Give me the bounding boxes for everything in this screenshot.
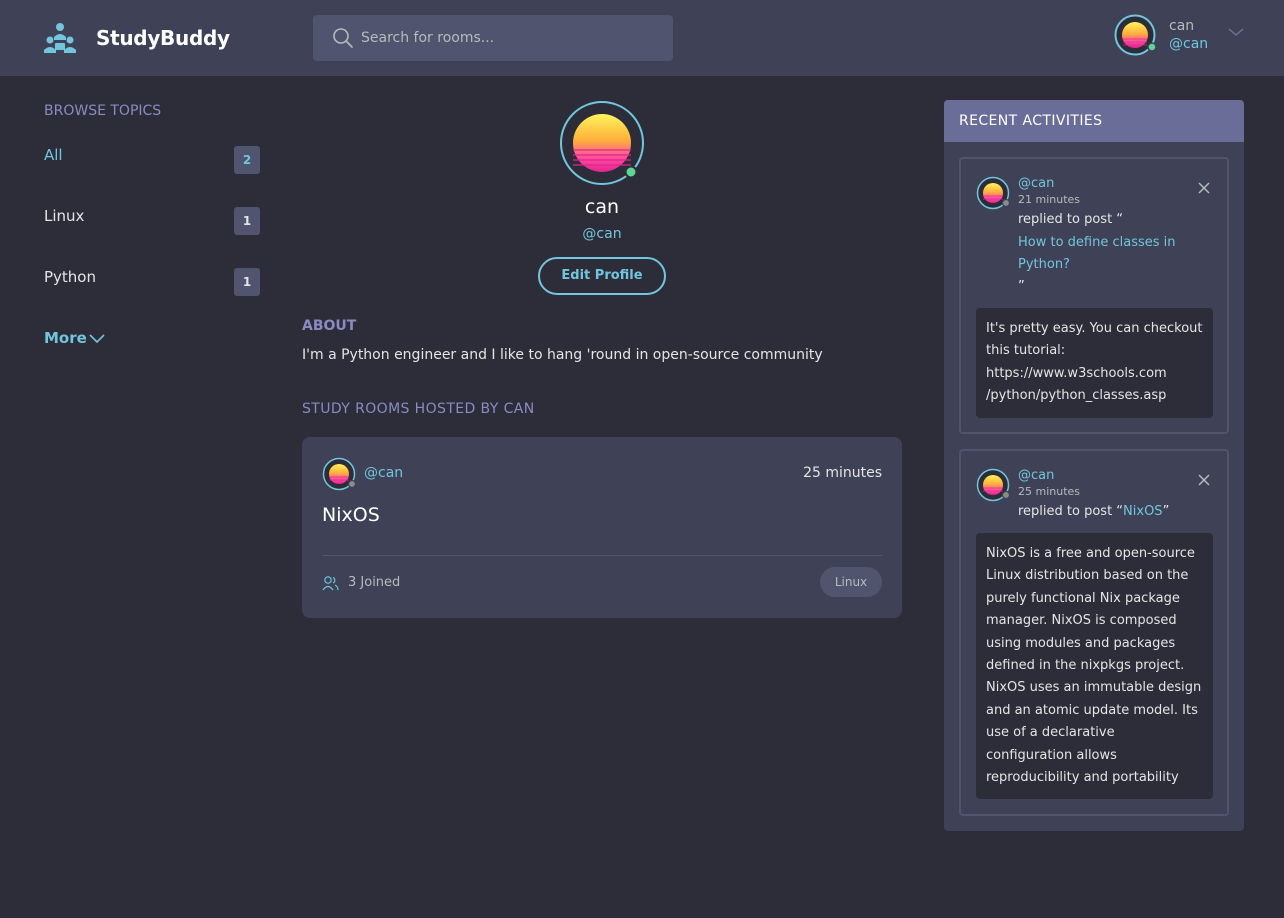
activities-title: Recent Activities <box>959 113 1103 129</box>
topic-count: 2 <box>234 146 260 174</box>
topic-label: Python <box>44 268 96 286</box>
room-name[interactable]: NixOS <box>322 504 380 526</box>
activity-close-quote: ” <box>1018 279 1025 294</box>
activity-close-quote: ” <box>1162 504 1170 519</box>
recent-activities-panel: Recent Activities @can 21 minutes replie… <box>944 100 1244 831</box>
profile-handle: @can <box>582 226 622 242</box>
message-line: It's pretty easy. You can checkout <box>986 321 1203 336</box>
message-line: NixOS uses an immutable design <box>986 680 1202 696</box>
message-line: defined in the nixpkgs project. <box>986 658 1185 674</box>
message-line: Linux distribution based on the <box>986 568 1189 584</box>
message-line: https://www.w3schools.com <box>986 365 1167 381</box>
activity-user-handle[interactable]: @can <box>1018 176 1054 191</box>
activity-time: 21 minutes <box>1018 193 1081 206</box>
activity-post-link[interactable]: NixOS <box>1123 504 1163 519</box>
activity-post-link[interactable]: How to define classes in <box>1018 235 1176 250</box>
room-card: @can 25 minutes NixOS 3 Joined Linux <box>302 437 902 618</box>
message-line: this tutorial: <box>986 343 1066 359</box>
edit-profile-button[interactable]: Edit Profile <box>538 257 666 295</box>
activity-message: NixOS is a free and open-source Linux di… <box>976 533 1213 800</box>
message-line: purely functional Nix package <box>986 590 1180 606</box>
topic-item-linux[interactable]: Linux 1 <box>44 207 260 237</box>
about-title: About <box>302 318 357 334</box>
joined-count: 3 Joined <box>348 575 401 590</box>
browse-topics-title: Browse Topics <box>44 103 162 119</box>
activity-message: It's pretty easy. You can checkout this … <box>976 308 1213 418</box>
profile-avatar <box>560 101 644 185</box>
activity-post-link[interactable]: Python? <box>1018 257 1070 272</box>
chevron-down-icon[interactable] <box>1227 25 1245 39</box>
hosted-rooms-title: Study Rooms Hosted by can <box>302 401 535 417</box>
message-line: manager. NixOS is composed <box>986 613 1177 629</box>
user-menu[interactable]: can @can <box>1114 14 1254 58</box>
topic-label: Linux <box>44 207 85 225</box>
header-user-handle: @can <box>1169 36 1209 52</box>
close-icon[interactable] <box>1197 473 1211 487</box>
search-input[interactable] <box>361 15 661 61</box>
message-line: NixOS is a free and open-source <box>986 546 1195 561</box>
profile-name: can <box>584 196 620 218</box>
room-topic-tag[interactable]: Linux <box>820 567 882 597</box>
top-header: StudyBuddy can @can <box>0 0 1284 76</box>
avatar[interactable] <box>322 457 356 491</box>
app-name[interactable]: StudyBuddy <box>96 26 230 50</box>
about-text: I'm a Python engineer and I like to hang… <box>302 347 823 363</box>
topic-count: 1 <box>234 207 260 235</box>
message-line: use of a declarative <box>986 725 1115 741</box>
message-line: using modules and packages <box>986 635 1176 651</box>
message-line: reproducibility and portability <box>986 770 1179 786</box>
search-icon <box>333 28 353 48</box>
close-icon[interactable] <box>1197 181 1211 195</box>
topic-item-all[interactable]: All 2 <box>44 146 260 176</box>
users-icon <box>322 576 339 591</box>
room-host[interactable]: @can <box>364 465 403 481</box>
activity-action-line: replied to post “NixOS” <box>1018 504 1169 519</box>
more-topics-button[interactable]: More <box>44 328 105 350</box>
divider <box>322 555 882 556</box>
activity-item: @can 21 minutes replied to post “ How to… <box>959 157 1229 434</box>
chevron-down-icon <box>89 334 105 344</box>
room-time: 25 minutes <box>803 465 882 481</box>
topic-item-python[interactable]: Python 1 <box>44 268 260 298</box>
message-line: /python/python_classes.asp <box>986 388 1167 404</box>
topic-label: All <box>44 146 63 164</box>
logo-icon[interactable] <box>43 21 77 55</box>
activity-item: @can 25 minutes replied to post “NixOS” … <box>959 449 1229 816</box>
avatar[interactable] <box>1114 14 1156 56</box>
more-label: More <box>44 329 87 347</box>
activity-time: 25 minutes <box>1018 485 1081 498</box>
search-bar[interactable] <box>313 15 673 61</box>
topic-count: 1 <box>234 268 260 296</box>
activity-user-handle[interactable]: @can <box>1018 468 1054 483</box>
avatar[interactable] <box>976 468 1010 502</box>
activity-action: replied to post “ <box>1018 504 1124 519</box>
activities-header: Recent Activities <box>944 100 1244 142</box>
avatar[interactable] <box>976 176 1010 210</box>
message-line: configuration allows <box>986 747 1117 763</box>
message-line: and an atomic update model. Its <box>986 702 1198 718</box>
header-user-name: can <box>1169 18 1195 34</box>
activity-action: replied to post “ <box>1018 212 1124 227</box>
